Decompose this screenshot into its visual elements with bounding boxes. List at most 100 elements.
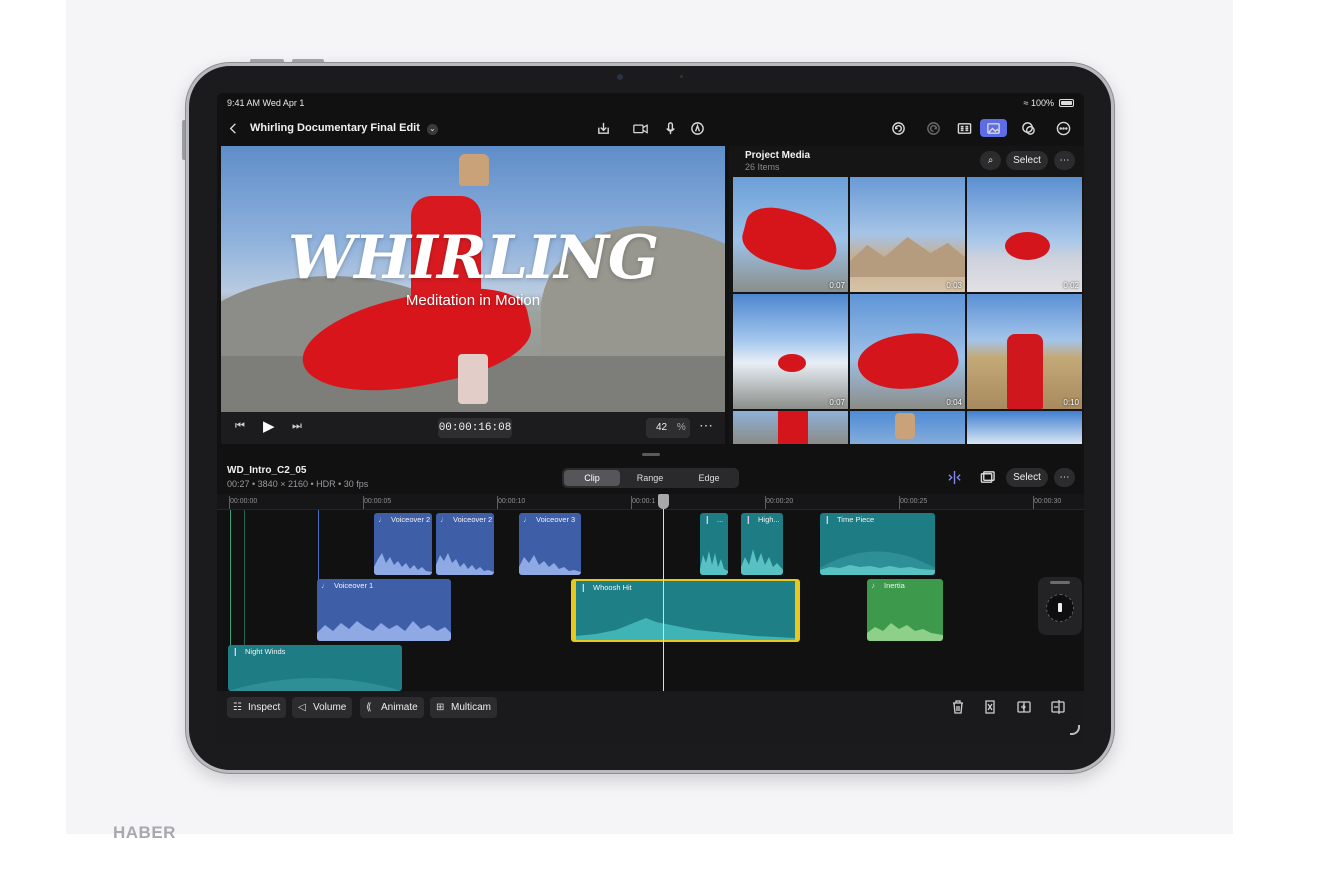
watermark-text: HABER [113, 823, 176, 842]
more-icon[interactable]: ⋯ [1054, 151, 1075, 170]
jog-wheel[interactable] [1038, 577, 1082, 635]
thumb-figure [778, 411, 808, 444]
timeline-clip-music[interactable]: ❙ Night Winds [228, 645, 402, 691]
timeline-select-button[interactable]: Select [1006, 468, 1048, 487]
zoom-control[interactable]: 42 % [646, 418, 690, 438]
clip-name: WD_Intro_C2_05 [227, 465, 307, 476]
project-title[interactable]: Whirling Documentary Final Edit ⌄ [250, 122, 438, 135]
timeline-clip-audio[interactable]: ❙ High... [741, 513, 783, 575]
undo-icon[interactable] [888, 119, 908, 137]
waveform [374, 553, 432, 575]
photos-icon[interactable] [980, 119, 1007, 137]
clip-label: ... [717, 515, 724, 524]
media-thumbnail[interactable]: 0:04 [850, 294, 965, 409]
inspector-icon[interactable] [954, 119, 974, 137]
timeline-tracks[interactable]: ♩ Voiceover 2 ♩ Voiceover 2 ♩ Voiceover … [217, 510, 1084, 691]
trash-icon[interactable] [950, 699, 968, 717]
media-thumbnail[interactable]: 0:10 [967, 294, 1082, 409]
clip-label: Night Winds [245, 647, 286, 656]
multicam-button[interactable]: ⊞ Multicam [430, 697, 498, 718]
media-thumbnail[interactable] [850, 411, 965, 444]
segment-edge[interactable]: Edge [681, 470, 737, 486]
clip-label: Voiceover 1 [334, 581, 374, 590]
multicam-label: Multicam [451, 702, 492, 713]
inspect-button[interactable]: ☷ Inspect [227, 697, 287, 718]
timeline-clip-voiceover[interactable]: ♩ Voiceover 3 [519, 513, 581, 575]
wifi-icon: ≈ [1023, 98, 1029, 108]
search-icon[interactable]: ⌕ [980, 151, 1001, 170]
microphone-icon: ♩ [378, 515, 386, 524]
play-icon[interactable]: ▶ [263, 417, 275, 435]
timeline-clip-voiceover[interactable]: ♩ Voiceover 2 [436, 513, 494, 575]
trim-icon[interactable] [1050, 699, 1068, 717]
back-icon[interactable] [223, 119, 243, 137]
snapping-icon[interactable] [944, 468, 964, 486]
ruler-label: 00:00:25 [900, 498, 928, 505]
timeline-ruler[interactable]: 00:00:00 00:00:05 00:00:10 00:00:1 00:00… [217, 494, 1084, 510]
timeline-clip-voiceover[interactable]: ♩ Voiceover 1 [317, 579, 451, 641]
more-options-icon[interactable]: ⋯ [699, 417, 713, 434]
media-thumbnail[interactable]: 0:07 [733, 177, 848, 292]
microphone-icon: ♩ [321, 581, 329, 590]
skimming-icon[interactable] [977, 468, 997, 486]
panel-resize-handle[interactable] [642, 453, 660, 456]
resize-corner-icon[interactable] [1070, 725, 1080, 735]
waveform-icon: ❙ [745, 515, 752, 524]
browser-count: 26 Items [745, 162, 780, 172]
media-thumbnail[interactable] [967, 411, 1082, 444]
playhead-line[interactable] [663, 494, 664, 691]
skip-back-icon[interactable]: ⏮ [235, 420, 245, 433]
ruler-label: 00:00:00 [230, 498, 258, 505]
jog-dial-icon[interactable] [1046, 594, 1074, 622]
timeline-clip-selected-sound[interactable]: ❙ Whoosh Hit [571, 579, 800, 642]
effects-icon[interactable] [1018, 119, 1038, 137]
inspect-label: Inspect [248, 702, 281, 713]
clip-label: Voiceover 2 [453, 515, 493, 524]
pen-icon[interactable] [687, 119, 707, 137]
media-thumbnail[interactable]: 0:02 [967, 177, 1082, 292]
jog-wheel-handle[interactable] [1050, 581, 1070, 584]
segment-clip[interactable]: Clip [564, 470, 620, 486]
thumb-hat [895, 413, 915, 439]
status-date: Wed Apr 1 [262, 98, 305, 108]
media-thumbnail[interactable]: 0:07 [733, 294, 848, 409]
microphone-icon: ♩ [440, 515, 448, 524]
animate-button[interactable]: ⟪ Animate [360, 697, 424, 718]
timeline-clip-music[interactable]: ❙ Time Piece [820, 513, 935, 575]
edit-mode-segmented-control: Clip Range Edge [562, 468, 739, 488]
waveform [700, 551, 728, 575]
thumb-duration: 0:02 [1063, 281, 1079, 290]
sensor-dot [680, 75, 683, 78]
keyframe-icon: ⟪ [366, 702, 372, 713]
split-icon[interactable] [1016, 699, 1034, 717]
video-viewer[interactable]: WHIRLING Meditation in Motion [221, 146, 725, 412]
status-time-date: 9:41 AM Wed Apr 1 [227, 98, 304, 108]
select-button[interactable]: Select [1006, 151, 1048, 170]
timecode-display[interactable]: 00:00:16:08 [438, 418, 512, 438]
animate-label: Animate [381, 702, 418, 713]
volume-button[interactable]: ◁ Volume [292, 697, 353, 718]
thumb-duration: 0:04 [946, 398, 962, 407]
playhead-handle[interactable] [658, 494, 669, 509]
segment-range[interactable]: Range [622, 470, 678, 486]
chevron-down-icon[interactable]: ⌄ [426, 124, 438, 135]
thumb-figure [853, 325, 963, 398]
camera-icon[interactable] [630, 119, 650, 137]
media-thumbnail[interactable] [733, 411, 848, 444]
timeline-clip-voiceover[interactable]: ♩ Voiceover 2 [374, 513, 432, 575]
timeline-clip-music[interactable]: ♪ Inertia [867, 579, 943, 641]
timeline-more-icon[interactable]: ⋯ [1054, 468, 1075, 487]
ruler-label: 00:00:05 [364, 498, 392, 505]
skip-forward-icon[interactable]: ⏭ [292, 420, 302, 433]
waveform [867, 623, 943, 641]
detach-audio-icon[interactable] [982, 699, 1000, 717]
battery-percent: 100% [1030, 98, 1054, 108]
more-icon[interactable] [1053, 119, 1073, 137]
battery-icon [1059, 99, 1074, 107]
timeline-clip-audio[interactable]: ❙ ... [700, 513, 728, 575]
redo-icon[interactable] [923, 119, 943, 137]
import-icon[interactable] [593, 119, 613, 137]
media-thumbnail[interactable]: 0:03 [850, 177, 965, 292]
dancer-hat [459, 154, 489, 186]
microphone-icon[interactable] [660, 119, 680, 137]
